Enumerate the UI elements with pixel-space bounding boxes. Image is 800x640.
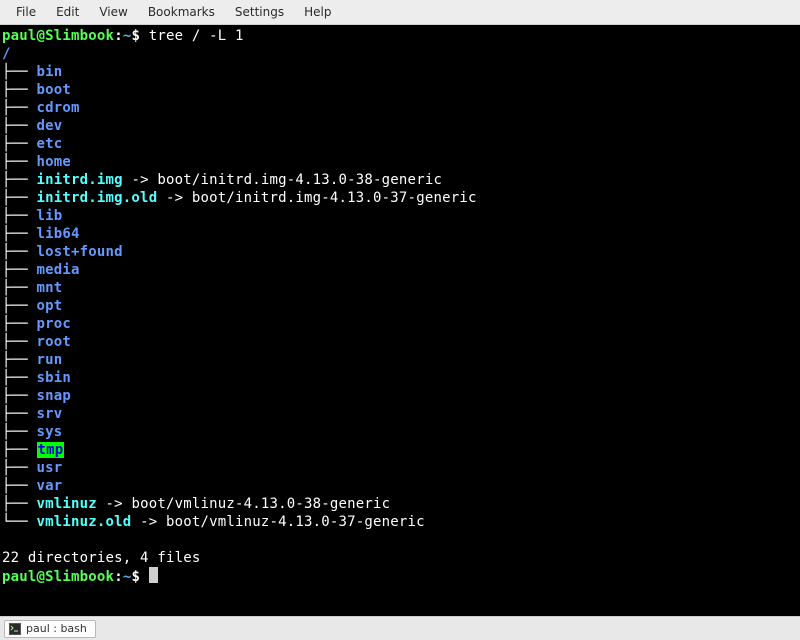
task-button-label: paul : bash xyxy=(26,622,87,635)
tree-link-target: boot/initrd.img-4.13.0-38-generic xyxy=(157,172,442,188)
tree-branch: ├── xyxy=(2,406,37,422)
command-text: tree / -L 1 xyxy=(149,28,244,44)
tree-branch: ├── xyxy=(2,370,37,386)
tree-link-target: boot/initrd.img-4.13.0-37-generic xyxy=(192,190,477,206)
tree-dir-mnt: mnt xyxy=(37,280,63,296)
tree-branch: ├── xyxy=(2,190,37,206)
prompt-colon: : xyxy=(114,569,123,585)
tree-branch: ├── xyxy=(2,172,37,188)
tree-link-initrd.img.old: initrd.img.old xyxy=(37,190,158,206)
tree-branch: ├── xyxy=(2,100,37,116)
tree-dir-lib: lib xyxy=(37,208,63,224)
tree-branch: ├── xyxy=(2,262,37,278)
tree-arrow: -> xyxy=(123,172,158,188)
tree-arrow: -> xyxy=(131,514,166,530)
tree-dir-opt: opt xyxy=(37,298,63,314)
prompt-dollar: $ xyxy=(131,28,140,44)
cursor xyxy=(149,567,158,583)
tree-branch: ├── xyxy=(2,64,37,80)
tree-branch: ├── xyxy=(2,226,37,242)
tree-link-target: boot/vmlinuz-4.13.0-38-generic xyxy=(131,496,390,512)
tree-link-vmlinuz: vmlinuz xyxy=(37,496,97,512)
tree-branch: ├── xyxy=(2,334,37,350)
prompt-host: Slimbook xyxy=(45,28,114,44)
tree-link-target: boot/vmlinuz-4.13.0-37-generic xyxy=(166,514,425,530)
menu-edit[interactable]: Edit xyxy=(46,3,89,21)
tree-dir-tmp: tmp xyxy=(37,442,65,458)
tree-dir-snap: snap xyxy=(37,388,72,404)
tree-dir-lib64: lib64 xyxy=(37,226,80,242)
tree-dir-boot: boot xyxy=(37,82,72,98)
tree-dir-lost+found: lost+found xyxy=(37,244,123,260)
tree-arrow: -> xyxy=(97,496,132,512)
prompt-dollar: $ xyxy=(131,569,140,585)
menu-view[interactable]: View xyxy=(89,3,137,21)
tree-branch: ├── xyxy=(2,478,37,494)
tree-dir-cdrom: cdrom xyxy=(37,100,80,116)
tree-link-initrd.img: initrd.img xyxy=(37,172,123,188)
tree-branch: └── xyxy=(2,514,37,530)
tree-branch: ├── xyxy=(2,388,37,404)
tree-branch: ├── xyxy=(2,82,37,98)
tree-branch: ├── xyxy=(2,280,37,296)
menu-file[interactable]: File xyxy=(6,3,46,21)
tree-branch: ├── xyxy=(2,244,37,260)
terminal-window: FileEditViewBookmarksSettingsHelp paul@S… xyxy=(0,0,800,640)
prompt-user: paul xyxy=(2,28,37,44)
tree-dir-etc: etc xyxy=(37,136,63,152)
tree-dir-run: run xyxy=(37,352,63,368)
tree-dir-media: media xyxy=(37,262,80,278)
tree-dir-sbin: sbin xyxy=(37,370,72,386)
tree-dir-root: root xyxy=(37,334,72,350)
prompt-host: Slimbook xyxy=(45,569,114,585)
tree-branch: ├── xyxy=(2,118,37,134)
tree-branch: ├── xyxy=(2,442,37,458)
tree-branch: ├── xyxy=(2,136,37,152)
tree-summary: 22 directories, 4 files xyxy=(2,550,200,566)
menubar: FileEditViewBookmarksSettingsHelp xyxy=(0,0,800,25)
tree-dir-home: home xyxy=(37,154,72,170)
prompt-colon: : xyxy=(114,28,123,44)
tree-branch: ├── xyxy=(2,424,37,440)
tree-branch: ├── xyxy=(2,316,37,332)
menu-bookmarks[interactable]: Bookmarks xyxy=(138,3,225,21)
tree-dir-dev: dev xyxy=(37,118,63,134)
tree-root: / xyxy=(2,46,11,62)
taskbar: paul : bash xyxy=(0,616,800,640)
tree-branch: ├── xyxy=(2,298,37,314)
tree-dir-usr: usr xyxy=(37,460,63,476)
tree-branch: ├── xyxy=(2,352,37,368)
terminal-output[interactable]: paul@Slimbook:~$ tree / -L 1 / ├── bin ├… xyxy=(0,25,800,616)
tree-arrow: -> xyxy=(157,190,192,206)
tree-dir-bin: bin xyxy=(37,64,63,80)
tree-branch: ├── xyxy=(2,154,37,170)
tree-dir-proc: proc xyxy=(37,316,72,332)
prompt-at: @ xyxy=(37,28,46,44)
tree-dir-sys: sys xyxy=(37,424,63,440)
menu-help[interactable]: Help xyxy=(294,3,341,21)
prompt-user: paul xyxy=(2,569,37,585)
tree-branch: ├── xyxy=(2,460,37,476)
task-button-terminal[interactable]: paul : bash xyxy=(4,620,96,638)
tree-branch: ├── xyxy=(2,496,37,512)
tree-dir-var: var xyxy=(37,478,63,494)
tree-link-vmlinuz.old: vmlinuz.old xyxy=(37,514,132,530)
tree-dir-srv: srv xyxy=(37,406,63,422)
menu-settings[interactable]: Settings xyxy=(225,3,294,21)
terminal-icon xyxy=(9,623,21,635)
prompt-at: @ xyxy=(37,569,46,585)
tree-branch: ├── xyxy=(2,208,37,224)
